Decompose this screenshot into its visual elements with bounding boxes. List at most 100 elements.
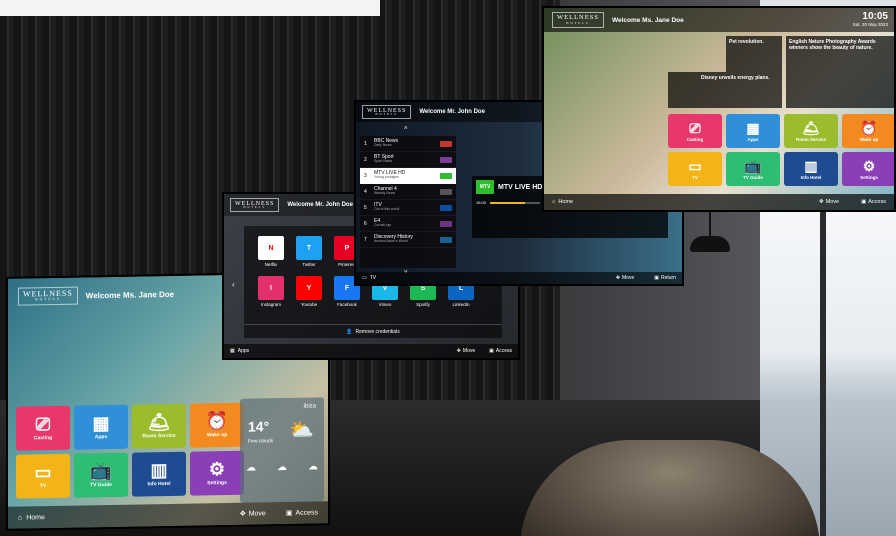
wall-top <box>0 0 380 16</box>
news-card-2[interactable]: Disney unveils energy plans. <box>668 72 782 108</box>
home-icon: ⌂ <box>552 199 556 205</box>
tv1-apps-tile[interactable]: ▦ Apps <box>74 404 128 450</box>
tile-label: Wake up <box>206 431 228 439</box>
channel-logo <box>440 204 452 211</box>
channel-logo <box>440 236 452 243</box>
channel-number: 4 <box>364 188 367 195</box>
weather-widget: Ibiza 14° Few clouds ⛅ ☁ ☁ ☁ <box>240 397 324 503</box>
welcome-text: Welcome Ms. Jane Doe <box>611 16 684 24</box>
tv-home-screen-news: WELLNESS HOTELS Welcome Ms. Jane Doe 10:0… <box>542 6 896 212</box>
apps-grid-icon: ▦ <box>92 413 110 434</box>
footer-home[interactable]: Home <box>558 199 573 205</box>
welcome-text: Welcome Mr. John Doe <box>419 109 485 115</box>
cloud-icon: ☁ <box>246 462 256 474</box>
footer-home[interactable]: Home <box>26 514 45 521</box>
channel-row[interactable]: 5 ITV Out of this world <box>360 200 456 216</box>
channel-row[interactable]: 7 Discovery History Ancient Aztec's World <box>360 232 456 248</box>
move-icon: ✥ <box>456 348 461 354</box>
channel-row[interactable]: 6 E4 Cornell rap <box>360 216 456 232</box>
tv1-settings-tile[interactable]: ⚙ Settings <box>190 450 244 496</box>
remove-credentials-button[interactable]: 👤 Remove credentials <box>244 324 502 338</box>
channel-row[interactable]: 2 BT Sport Sport News <box>360 152 456 168</box>
channel-row[interactable]: 3 MTV LIVE HD Young prodigies <box>360 168 456 184</box>
return-icon: ▣ <box>654 275 659 281</box>
tv1-room-service-tile[interactable]: 🛎 Room Service <box>132 403 186 449</box>
channel-number: 5 <box>364 204 367 211</box>
twitter-app[interactable]: T Twitter <box>294 236 324 267</box>
tv1-wake-up-tile[interactable]: ⏰ Wake up <box>190 402 244 448</box>
room-scene: WELLNESS HOTELS Welcome Ms. Jane Doe ⎚ Cas… <box>0 0 896 536</box>
alarm-clock-icon: ⏰ <box>860 119 878 136</box>
tile-label: TV Guide <box>743 174 763 180</box>
tile-label: Info Hotel <box>147 480 171 488</box>
cloud-sun-icon: ⛅ <box>289 419 314 442</box>
brand-logo: WELLNESS HOTELS <box>552 12 604 28</box>
footer-access: Access <box>295 508 318 517</box>
chevron-left-icon[interactable]: ‹ <box>232 280 235 289</box>
channel-row[interactable]: 1 BBC News Daily News <box>360 136 456 152</box>
netflix-app[interactable]: N Netflix <box>256 236 286 267</box>
cloud-icon: ☁ <box>277 461 287 474</box>
tv4-tv-tile[interactable]: ▭ TV <box>668 152 722 186</box>
channel-number: 2 <box>364 156 367 163</box>
tv4-settings-tile[interactable]: ⚙ Settings <box>842 152 894 186</box>
hotel-icon: ▥ <box>150 460 168 481</box>
tv4-room-service-tile[interactable]: 🛎 Room Service <box>784 114 838 148</box>
access-icon: ▣ <box>861 199 867 205</box>
tile-label: Wake up <box>859 136 879 142</box>
tv4-wake-up-tile[interactable]: ⏰ Wake up <box>842 114 894 148</box>
room-service-icon: 🛎 <box>802 119 820 136</box>
window-frame <box>820 200 826 536</box>
tv4-apps-tile[interactable]: ▦ Apps <box>726 114 780 148</box>
news-card-3[interactable]: English Nature Photography Awards winner… <box>786 36 894 108</box>
tv3-footer: ▭ TV ✥ Move ▣ Return <box>356 272 682 284</box>
footer-move: Move <box>462 348 476 354</box>
tile-label: Apps <box>747 136 759 142</box>
instagram-app[interactable]: I Instagram <box>256 276 286 307</box>
tv1-info-hotel-tile[interactable]: ▥ Info Hotel <box>132 451 186 497</box>
tv4-footer: ⌂ Home ✥ Move ▣ Access <box>544 194 894 210</box>
now-time: 16:00 <box>476 200 487 205</box>
footer-access: Access <box>868 199 886 205</box>
youtube-icon: Y <box>296 276 322 300</box>
youtube-app[interactable]: Y Youtube <box>294 276 324 307</box>
tv1-tv-guide-tile[interactable]: 📺 TV Guide <box>74 452 128 498</box>
apps-grid-icon: ▦ <box>746 119 760 136</box>
channel-number: 7 <box>364 236 367 243</box>
hotel-icon: ▥ <box>804 157 818 174</box>
tv1-casting-tile[interactable]: ⎚ Casting <box>16 405 70 451</box>
access-icon: ▣ <box>285 509 293 517</box>
tile-label: TV <box>39 483 47 490</box>
chevron-up-icon[interactable]: ˄ <box>404 126 408 132</box>
welcome-text: Welcome Ms. Jane Doe <box>85 289 175 300</box>
clock: 10:05 Sat, 20 May 2023 <box>853 11 888 27</box>
tv-icon: ▭ <box>34 462 52 483</box>
app-label: Vimeo <box>378 302 392 307</box>
app-label: Spotify <box>416 302 430 307</box>
tv4-casting-tile[interactable]: ⎚ Casting <box>668 114 722 148</box>
tile-label: Settings <box>207 479 227 487</box>
channel-subtitle: Cornell rap <box>374 223 392 228</box>
clock-time: 10:05 <box>862 11 888 22</box>
channel-logo <box>440 140 452 147</box>
channel-name: MTV LIVE HD Young prodigies <box>374 170 440 180</box>
app-label: Youtube <box>300 302 318 307</box>
move-icon: ✥ <box>819 199 824 205</box>
app-label: Twitter <box>302 262 316 267</box>
weather-desc: Few clouds <box>248 438 274 445</box>
channel-list: 1 BBC News Daily News 2 BT Sport Sport News 3 M… <box>360 136 456 268</box>
tv4-tv-guide-tile[interactable]: 📺 TV Guide <box>726 152 780 186</box>
brand-logo: WELLNESS HOTELS <box>18 286 78 306</box>
footer-move: Move <box>622 275 635 281</box>
tile-label: Apps <box>94 434 108 441</box>
tv4-info-hotel-tile[interactable]: ▥ Info Hotel <box>784 152 838 186</box>
news-card-1[interactable]: Pet revolution. <box>726 36 782 72</box>
channel-subtitle: Weekly News <box>374 191 396 196</box>
channel-number: 3 <box>364 172 367 179</box>
tile-label: Casting <box>686 136 704 142</box>
cloud-icon: ☁ <box>308 461 318 473</box>
channel-row[interactable]: 4 Channel 4 Weekly News <box>360 184 456 200</box>
clock-date: Sat, 20 May 2023 <box>852 22 888 27</box>
tile-label: Casting <box>33 435 53 442</box>
tv1-tv-tile[interactable]: ▭ TV <box>16 453 70 499</box>
